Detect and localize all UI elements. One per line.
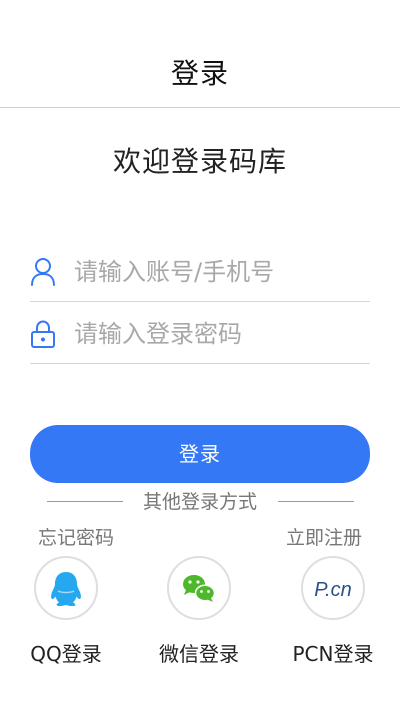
user-icon <box>30 256 56 288</box>
wechat-login-button[interactable]: 微信登录 <box>149 556 249 676</box>
wechat-icon-circle <box>167 556 231 620</box>
wechat-icon <box>183 575 216 602</box>
welcome-heading: 欢迎登录码库 <box>112 145 287 178</box>
pcn-logo-text: P.cn <box>314 579 351 601</box>
qq-icon <box>51 572 81 607</box>
wechat-login-label: 微信登录 <box>159 642 239 666</box>
app-header: 登录 <box>0 0 400 108</box>
password-input[interactable] <box>74 314 364 354</box>
register-link[interactable]: 立即注册 <box>286 524 362 552</box>
page-title: 登录 <box>170 57 229 90</box>
qq-login-label: QQ登录 <box>30 642 102 666</box>
username-input[interactable] <box>74 252 364 292</box>
username-field <box>30 242 370 302</box>
divider-line-left <box>47 501 123 502</box>
pcn-icon-circle: P.cn <box>301 556 365 620</box>
pcn-icon: P.cn <box>314 579 351 601</box>
other-login-divider-label: 其他登录方式 <box>142 491 257 513</box>
pcn-login-label: PCN登录 <box>292 642 374 666</box>
login-page: 登录 欢迎登录码库 登录 其他登录方式 忘记密码 立即注册 <box>0 0 400 720</box>
qq-login-button[interactable]: QQ登录 <box>16 556 116 676</box>
login-button[interactable]: 登录 <box>30 425 370 483</box>
qq-icon-circle <box>34 556 98 620</box>
password-field <box>30 304 370 364</box>
lock-icon <box>30 318 56 350</box>
pcn-login-button[interactable]: P.cn PCN登录 <box>283 556 383 676</box>
forgot-password-link[interactable]: 忘记密码 <box>38 524 114 552</box>
divider-line-right <box>278 501 354 502</box>
